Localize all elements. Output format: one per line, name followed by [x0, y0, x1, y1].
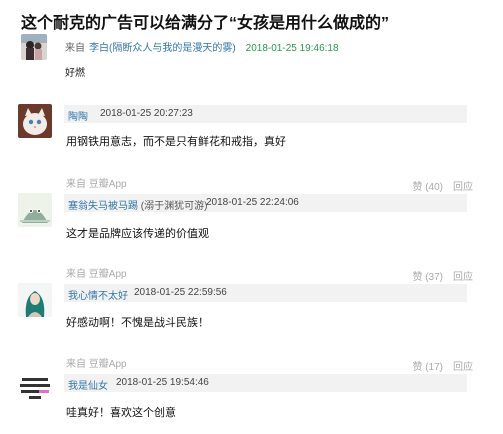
comment-text: 这才是品牌应该传递的价值观 [66, 228, 209, 240]
author-avatar[interactable] [21, 34, 47, 60]
comment-source: 来自 豆瓣App [66, 359, 127, 370]
comment-text: 好感动啊！不愧是战斗民族！ [66, 317, 209, 329]
comment-time: 2018-01-25 22:59:56 [134, 287, 227, 298]
comment-time: 2018-01-25 22:24:06 [206, 197, 299, 208]
commenter-name-link[interactable]: 塞翁失马被马踢 (溺于渊犹可游) [68, 197, 207, 212]
comment-header-bar: 我心情不太好 2018-01-25 22:59:56 [64, 284, 467, 302]
comment-actions: 赞 (37) 回应 [412, 268, 473, 283]
commenter-name-link[interactable]: 陶陶 [68, 108, 88, 123]
commenter-avatar[interactable] [18, 193, 52, 227]
post-time: 2018-01-25 19:46:18 [245, 43, 339, 54]
from-label: 来自 [65, 43, 85, 54]
author-meta: 来自 李白(隔断众人与我的是漫天的雾) 2018-01-25 19:46:18 [65, 39, 339, 54]
like-button[interactable]: 赞 (40) [412, 182, 443, 193]
comment-header-bar: 塞翁失马被马踢 (溺于渊犹可游) 2018-01-25 22:24:06 [64, 194, 467, 212]
comment-source: 来自 豆瓣App [66, 179, 127, 190]
comment-time: 2018-01-25 19:54:46 [116, 377, 209, 388]
commenter-name-link[interactable]: 我是仙女 [68, 377, 108, 392]
like-button[interactable]: 赞 (17) [412, 362, 443, 373]
commenter-avatar[interactable] [18, 283, 52, 317]
commenter-name-link[interactable]: 我心情不太好 [68, 287, 128, 302]
like-button[interactable]: 赞 (37) [412, 272, 443, 283]
comment-text: 用钢铁用意志，而不是只有鲜花和戒指，真好 [66, 136, 286, 148]
commenter-avatar[interactable] [18, 373, 52, 407]
comment-text: 哇真好！喜欢这个创意 [66, 407, 176, 419]
comment-header-bar: 陶陶 2018-01-25 20:27:23 [64, 105, 467, 123]
reply-button[interactable]: 回应 [453, 182, 473, 193]
commenter-avatar[interactable] [18, 104, 52, 138]
comment-actions: 赞 (17) 回应 [412, 358, 473, 373]
reply-button[interactable]: 回应 [453, 362, 473, 373]
topic-author-row: 来自 李白(隔断众人与我的是漫天的雾) 2018-01-25 19:46:18 [21, 34, 481, 62]
topic-body-text: 好燃 [65, 68, 85, 79]
page-title: 这个耐克的广告可以给满分了“女孩是用什么做成的” [21, 15, 390, 32]
comment-source: 来自 豆瓣App [66, 269, 127, 280]
comment-header-bar: 我是仙女 2018-01-25 19:54:46 [64, 374, 467, 392]
comment-time: 2018-01-25 20:27:23 [100, 108, 193, 119]
reply-button[interactable]: 回应 [453, 272, 473, 283]
author-name-link[interactable]: 李白(隔断众人与我的是漫天的雾) [89, 43, 236, 54]
comment-actions: 赞 (40) 回应 [412, 178, 473, 193]
